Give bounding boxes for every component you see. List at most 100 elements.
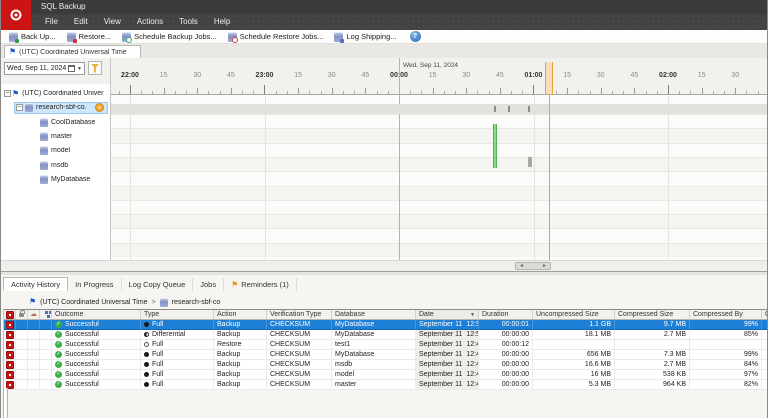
cell-lock [16, 370, 28, 380]
database-icon [40, 174, 48, 184]
type-text: Full [152, 341, 164, 348]
ruler-tick [432, 88, 434, 94]
cell-compressed-size: 7.3 MB [615, 350, 690, 360]
cell-overflow [762, 380, 767, 390]
menu-edit[interactable]: Edit [66, 14, 96, 30]
type-full-icon [144, 352, 149, 357]
tab-log-copy-queue[interactable]: Log Copy Queue [122, 278, 194, 291]
expander-minus-icon[interactable]: − [4, 90, 11, 97]
ruler-tick [253, 90, 255, 94]
cell-action: Backup [214, 320, 267, 330]
grid-row[interactable]: ✓ Successful Full Backup CHECKSUM MyDatabase S… [4, 320, 767, 330]
cell-cloud [28, 360, 40, 370]
tab-reminders-1[interactable]: ⚑ Reminders (1) [224, 278, 297, 291]
server-event-tick [508, 106, 510, 112]
toolbar-log-shipping-button[interactable]: Log Shipping... [330, 30, 403, 43]
menu-view[interactable]: View [96, 14, 129, 30]
single-event-bar[interactable] [528, 157, 532, 167]
tree-item-mydatabase[interactable]: MyDatabase [1, 172, 110, 186]
cell-duration: 00:00:00 [479, 370, 533, 380]
hscroll-thumb[interactable]: ◄ ► [515, 262, 551, 270]
cell-database: master [332, 380, 416, 390]
tree-item-model[interactable]: model [1, 144, 110, 158]
filter-button[interactable] [88, 61, 102, 75]
tree-item-msdb[interactable]: msdb [1, 158, 110, 172]
grid-header-date[interactable]: Date ▼ [416, 310, 479, 319]
grid-header-co[interactable]: Co [762, 310, 767, 319]
tree-item-master[interactable]: master [1, 129, 110, 143]
server-tree: −⚑(UTC) Coordinated Universa...−research… [1, 84, 110, 260]
scroll-left-icon[interactable]: ◄ [519, 263, 524, 269]
grid-header-cloud-icon[interactable]: ☁ [28, 310, 40, 319]
tree-item--utc-coordinated-universa[interactable]: −⚑(UTC) Coordinated Universa... [1, 87, 110, 101]
menu-help[interactable]: Help [206, 14, 238, 30]
tree-item-label: model [51, 147, 71, 155]
database-icon [40, 131, 48, 141]
ruler-tick [331, 88, 333, 94]
cell-verification-type: CHECKSUM [267, 330, 332, 340]
grid-header-duration[interactable]: Duration [479, 310, 533, 319]
date-picker-value: Wed, Sep 11, 2024 [7, 65, 67, 72]
expander-minus-icon[interactable]: − [16, 104, 23, 112]
grid-header-uncompressed-size[interactable]: Uncompressed Size [533, 310, 615, 319]
grid-header-outcome[interactable]: Outcome [52, 310, 141, 319]
menu-file[interactable]: File [37, 14, 66, 30]
cell-lock [16, 340, 28, 350]
ruler-label: 45 [630, 72, 639, 79]
outcome-text: Successful [65, 381, 99, 388]
tree-item-cooldatabase[interactable]: CoolDatabase [1, 115, 110, 129]
timeline-workspace: Wed, Sep 11, 2024 ▼ − ⚑ (UTC) Coordinated … [1, 58, 767, 260]
tab-jobs[interactable]: Jobs [193, 278, 225, 291]
timeline-row-stripe [111, 156, 767, 172]
timeline-row-separator [111, 228, 767, 230]
timeline-row-stripe [111, 214, 767, 229]
grid-row[interactable]: ✓ Successful Full Backup CHECKSUM model Septem… [4, 370, 767, 380]
cell-cloud [28, 380, 40, 390]
cell-lock [16, 350, 28, 360]
backup-group-bar[interactable] [493, 124, 497, 168]
grid-header-verification-type[interactable]: Verification Type [267, 310, 332, 319]
grid-row[interactable]: ✓ Successful Full Backup CHECKSUM master Septe… [4, 380, 767, 390]
timeline-chart[interactable]: Wed, Sep 11, 2024 22:00 15 30 45 23:00 15 30 45… [111, 58, 767, 260]
grid-header-row: ☁ Outcome Type Action Verification Type Datab… [4, 310, 767, 320]
cell-outcome: ✓ Successful [52, 330, 141, 340]
success-check-icon: ✓ [55, 361, 62, 368]
column-label: Type [144, 311, 160, 318]
grid-row[interactable]: ✓ Successful Full Restore CHECKSUM test1 Septe… [4, 340, 767, 350]
grid-header-action[interactable]: Action [214, 310, 267, 319]
tab-utc-timezone[interactable]: ⚑ (UTC) Coordinated Universal Time [4, 45, 141, 58]
cell-network [40, 340, 52, 350]
network-icon [45, 311, 48, 314]
tab-in-progress[interactable]: In Progress [68, 278, 122, 291]
grid-header-compressed-size[interactable]: Compressed Size [615, 310, 690, 319]
help-icon[interactable]: ? [409, 31, 421, 42]
timeline-hscrollbar[interactable]: ◄ ► [1, 260, 767, 271]
grid-header-type[interactable]: Type [141, 310, 214, 319]
cell-action: Restore [214, 340, 267, 350]
grid-row[interactable]: ✓ Successful Differential Backup CHECKSUM MyD… [4, 330, 767, 340]
grid-header-sqlbackup-icon[interactable] [4, 310, 16, 319]
toolbar-restore-database-button[interactable]: Restore... [63, 30, 119, 43]
grid-header-compressed-by[interactable]: Compressed By [690, 310, 762, 319]
grid-header-database[interactable]: Database [332, 310, 416, 319]
grid-left-scrollbar[interactable] [3, 388, 8, 418]
menu-tools[interactable]: Tools [171, 14, 206, 30]
scroll-right-icon[interactable]: ► [542, 263, 547, 269]
title-bar: SQL Backup [1, 0, 767, 14]
grid-header-lock-icon[interactable] [16, 310, 28, 319]
tree-item-research-sbf-co[interactable]: − research-sbf-co... [1, 101, 110, 115]
ruler-tick [286, 90, 288, 94]
tab-activity-history[interactable]: Activity History [3, 277, 69, 291]
toolbar-schedule-backup-button[interactable]: Schedule Backup Jobs... [118, 30, 224, 43]
menu-actions[interactable]: Actions [129, 14, 171, 30]
toolbar-schedule-restore-button[interactable]: Schedule Restore Jobs... [224, 30, 331, 43]
cell-lock [16, 330, 28, 340]
toolbar-backup-database-button[interactable]: Back Up... [5, 30, 63, 43]
grid-header-network-icon[interactable] [40, 310, 52, 319]
ruler-label: 45 [361, 72, 370, 79]
grid-row[interactable]: ✓ Successful Full Backup CHECKSUM msdb Septemb… [4, 360, 767, 370]
breadcrumb-timezone[interactable]: (UTC) Coordinated Universal Time [40, 299, 147, 306]
breadcrumb-server[interactable]: research-sbf-co [172, 299, 221, 306]
date-picker[interactable]: Wed, Sep 11, 2024 ▼ [4, 62, 85, 75]
grid-row[interactable]: ✓ Successful Full Backup CHECKSUM MyDatabase S… [4, 350, 767, 360]
